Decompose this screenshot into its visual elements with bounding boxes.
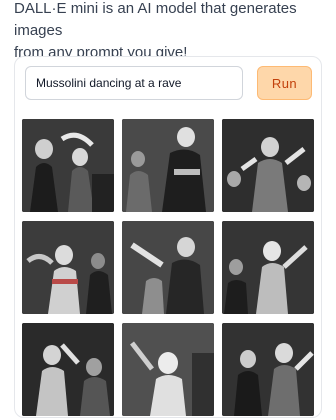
image-placeholder xyxy=(222,221,314,314)
result-grid xyxy=(22,119,314,416)
generated-image[interactable] xyxy=(22,119,114,212)
generated-image[interactable] xyxy=(22,323,114,416)
image-placeholder xyxy=(222,323,314,416)
image-placeholder xyxy=(122,119,214,212)
run-button[interactable]: Run xyxy=(257,66,312,100)
image-placeholder xyxy=(122,323,214,416)
intro-text: DALL·E mini is an AI model that generate… xyxy=(14,0,324,64)
prompt-input[interactable] xyxy=(25,66,243,100)
generated-image[interactable] xyxy=(222,221,314,314)
image-placeholder xyxy=(222,119,314,212)
generated-image[interactable] xyxy=(222,119,314,212)
generator-panel: Run xyxy=(14,56,322,418)
generated-image[interactable] xyxy=(222,323,314,416)
image-placeholder xyxy=(22,323,114,416)
generated-image[interactable] xyxy=(22,221,114,314)
intro-line-1: DALL·E mini is an AI model that generate… xyxy=(14,0,297,39)
image-placeholder xyxy=(22,221,114,314)
image-placeholder xyxy=(22,119,114,212)
generated-image[interactable] xyxy=(122,119,214,212)
generated-image[interactable] xyxy=(122,323,214,416)
image-placeholder xyxy=(122,221,214,314)
generated-image[interactable] xyxy=(122,221,214,314)
